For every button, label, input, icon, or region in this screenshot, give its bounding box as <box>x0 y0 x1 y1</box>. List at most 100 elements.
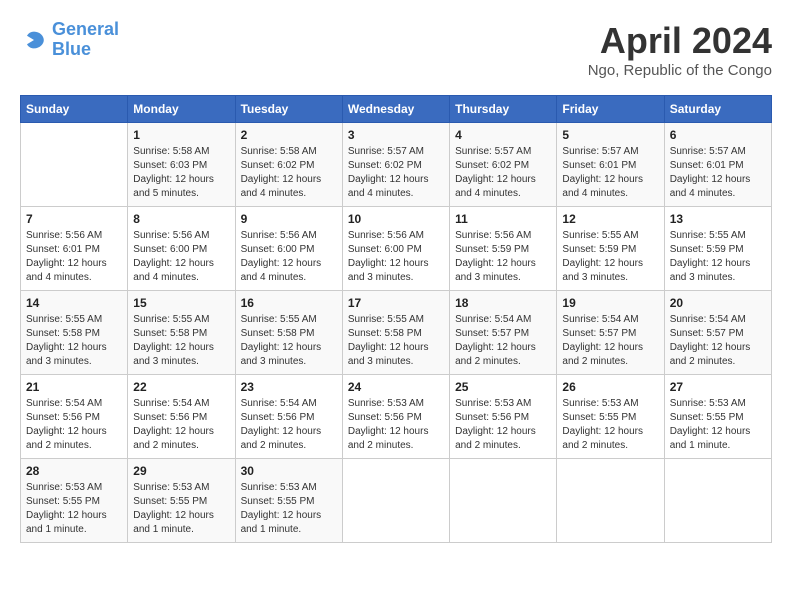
day-detail: Sunrise: 5:56 AM Sunset: 5:59 PM Dayligh… <box>455 230 536 283</box>
day-cell: 8Sunrise: 5:56 AM Sunset: 6:00 PM Daylig… <box>128 207 235 291</box>
day-detail: Sunrise: 5:53 AM Sunset: 5:55 PM Dayligh… <box>670 398 751 451</box>
day-detail: Sunrise: 5:53 AM Sunset: 5:55 PM Dayligh… <box>26 482 107 535</box>
header-cell-tuesday: Tuesday <box>235 96 342 123</box>
day-detail: Sunrise: 5:56 AM Sunset: 6:00 PM Dayligh… <box>348 230 429 283</box>
day-number: 14 <box>26 296 122 310</box>
day-detail: Sunrise: 5:58 AM Sunset: 6:03 PM Dayligh… <box>133 146 214 199</box>
day-number: 27 <box>670 380 766 394</box>
day-cell <box>664 459 771 543</box>
day-number: 30 <box>241 464 337 478</box>
header-cell-sunday: Sunday <box>21 96 128 123</box>
day-detail: Sunrise: 5:53 AM Sunset: 5:55 PM Dayligh… <box>241 482 322 535</box>
day-number: 1 <box>133 128 229 142</box>
day-detail: Sunrise: 5:57 AM Sunset: 6:01 PM Dayligh… <box>562 146 643 199</box>
day-cell <box>21 123 128 207</box>
day-number: 29 <box>133 464 229 478</box>
day-cell: 14 Sunrise: 5:55 AM Sunset: 5:58 PM Dayli… <box>21 291 128 375</box>
day-detail: Sunrise: 5:56 AM Sunset: 6:00 PM Dayligh… <box>241 230 322 283</box>
day-cell: 7 Sunrise: 5:56 AM Sunset: 6:01 PM Daylig… <box>21 207 128 291</box>
day-detail: Sunrise: 5:53 AM Sunset: 5:56 PM Dayligh… <box>348 398 429 451</box>
day-cell <box>557 459 664 543</box>
day-detail: Sunrise: 5:57 AM Sunset: 6:02 PM Dayligh… <box>455 146 536 199</box>
day-number: 23 <box>241 380 337 394</box>
day-cell: 21 Sunrise: 5:54 AM Sunset: 5:56 PM Dayli… <box>21 375 128 459</box>
day-number: 19 <box>562 296 658 310</box>
main-title: April 2024 <box>588 20 772 62</box>
title-block: April 2024 Ngo, Republic of the Congo <box>588 20 772 79</box>
day-number: 7 <box>26 212 122 226</box>
day-detail: Sunrise: 5:55 AM Sunset: 5:59 PM Dayligh… <box>562 230 643 283</box>
day-cell: 23 Sunrise: 5:54 AM Sunset: 5:56 PM Dayli… <box>235 375 342 459</box>
header-cell-wednesday: Wednesday <box>342 96 449 123</box>
day-detail: Sunrise: 5:54 AM Sunset: 5:57 PM Dayligh… <box>562 314 643 367</box>
day-cell: 11 Sunrise: 5:56 AM Sunset: 5:59 PM Dayli… <box>450 207 557 291</box>
logo-icon <box>20 26 48 54</box>
page-header: General Blue April 2024 Ngo, Republic of… <box>20 20 772 79</box>
day-cell: 25 Sunrise: 5:53 AM Sunset: 5:56 PM Dayli… <box>450 375 557 459</box>
day-number: 15 <box>133 296 229 310</box>
day-cell: 19 Sunrise: 5:54 AM Sunset: 5:57 PM Dayli… <box>557 291 664 375</box>
day-detail: Sunrise: 5:58 AM Sunset: 6:02 PM Dayligh… <box>241 146 322 199</box>
day-cell: 3Sunrise: 5:57 AM Sunset: 6:02 PM Daylig… <box>342 123 449 207</box>
day-detail: Sunrise: 5:54 AM Sunset: 5:57 PM Dayligh… <box>670 314 751 367</box>
day-number: 9 <box>241 212 337 226</box>
day-cell <box>450 459 557 543</box>
day-detail: Sunrise: 5:56 AM Sunset: 6:01 PM Dayligh… <box>26 230 107 283</box>
day-cell: 10 Sunrise: 5:56 AM Sunset: 6:00 PM Dayli… <box>342 207 449 291</box>
day-number: 10 <box>348 212 444 226</box>
week-row-5: 28 Sunrise: 5:53 AM Sunset: 5:55 PM Dayli… <box>21 459 772 543</box>
day-detail: Sunrise: 5:56 AM Sunset: 6:00 PM Dayligh… <box>133 230 214 283</box>
day-number: 16 <box>241 296 337 310</box>
day-number: 22 <box>133 380 229 394</box>
day-cell: 4Sunrise: 5:57 AM Sunset: 6:02 PM Daylig… <box>450 123 557 207</box>
day-number: 17 <box>348 296 444 310</box>
day-detail: Sunrise: 5:54 AM Sunset: 5:56 PM Dayligh… <box>241 398 322 451</box>
day-detail: Sunrise: 5:57 AM Sunset: 6:01 PM Dayligh… <box>670 146 751 199</box>
day-number: 24 <box>348 380 444 394</box>
day-number: 5 <box>562 128 658 142</box>
day-number: 25 <box>455 380 551 394</box>
day-cell: 5 Sunrise: 5:57 AM Sunset: 6:01 PM Daylig… <box>557 123 664 207</box>
header-cell-thursday: Thursday <box>450 96 557 123</box>
day-cell: 30 Sunrise: 5:53 AM Sunset: 5:55 PM Dayli… <box>235 459 342 543</box>
logo-line2: Blue <box>52 40 119 60</box>
day-detail: Sunrise: 5:54 AM Sunset: 5:57 PM Dayligh… <box>455 314 536 367</box>
day-number: 18 <box>455 296 551 310</box>
day-number: 21 <box>26 380 122 394</box>
day-number: 28 <box>26 464 122 478</box>
day-detail: Sunrise: 5:55 AM Sunset: 5:58 PM Dayligh… <box>133 314 214 367</box>
day-cell: 20 Sunrise: 5:54 AM Sunset: 5:57 PM Dayli… <box>664 291 771 375</box>
day-cell: 13 Sunrise: 5:55 AM Sunset: 5:59 PM Dayli… <box>664 207 771 291</box>
day-detail: Sunrise: 5:57 AM Sunset: 6:02 PM Dayligh… <box>348 146 429 199</box>
day-cell: 22Sunrise: 5:54 AM Sunset: 5:56 PM Dayli… <box>128 375 235 459</box>
day-detail: Sunrise: 5:53 AM Sunset: 5:55 PM Dayligh… <box>133 482 214 535</box>
day-detail: Sunrise: 5:54 AM Sunset: 5:56 PM Dayligh… <box>26 398 107 451</box>
day-cell: 18 Sunrise: 5:54 AM Sunset: 5:57 PM Dayli… <box>450 291 557 375</box>
logo: General Blue <box>20 20 119 60</box>
day-cell: 26Sunrise: 5:53 AM Sunset: 5:55 PM Dayli… <box>557 375 664 459</box>
day-detail: Sunrise: 5:55 AM Sunset: 5:58 PM Dayligh… <box>26 314 107 367</box>
day-cell: 28 Sunrise: 5:53 AM Sunset: 5:55 PM Dayli… <box>21 459 128 543</box>
day-detail: Sunrise: 5:55 AM Sunset: 5:58 PM Dayligh… <box>348 314 429 367</box>
day-number: 12 <box>562 212 658 226</box>
day-number: 11 <box>455 212 551 226</box>
day-number: 13 <box>670 212 766 226</box>
day-cell <box>342 459 449 543</box>
day-detail: Sunrise: 5:53 AM Sunset: 5:56 PM Dayligh… <box>455 398 536 451</box>
calendar-body: 1 Sunrise: 5:58 AM Sunset: 6:03 PM Daylig… <box>21 123 772 543</box>
header-row: SundayMondayTuesdayWednesdayThursdayFrid… <box>21 96 772 123</box>
day-cell: 24 Sunrise: 5:53 AM Sunset: 5:56 PM Dayli… <box>342 375 449 459</box>
calendar-table: SundayMondayTuesdayWednesdayThursdayFrid… <box>20 95 772 543</box>
day-number: 20 <box>670 296 766 310</box>
day-cell: 12 Sunrise: 5:55 AM Sunset: 5:59 PM Dayli… <box>557 207 664 291</box>
day-cell: 27 Sunrise: 5:53 AM Sunset: 5:55 PM Dayli… <box>664 375 771 459</box>
day-detail: Sunrise: 5:55 AM Sunset: 5:59 PM Dayligh… <box>670 230 751 283</box>
week-row-3: 14 Sunrise: 5:55 AM Sunset: 5:58 PM Dayli… <box>21 291 772 375</box>
day-cell: 29 Sunrise: 5:53 AM Sunset: 5:55 PM Dayli… <box>128 459 235 543</box>
week-row-1: 1 Sunrise: 5:58 AM Sunset: 6:03 PM Daylig… <box>21 123 772 207</box>
day-cell: 15 Sunrise: 5:55 AM Sunset: 5:58 PM Dayli… <box>128 291 235 375</box>
day-cell: 2Sunrise: 5:58 AM Sunset: 6:02 PM Daylig… <box>235 123 342 207</box>
day-detail: Sunrise: 5:53 AM Sunset: 5:55 PM Dayligh… <box>562 398 643 451</box>
day-cell: 1 Sunrise: 5:58 AM Sunset: 6:03 PM Daylig… <box>128 123 235 207</box>
day-detail: Sunrise: 5:55 AM Sunset: 5:58 PM Dayligh… <box>241 314 322 367</box>
